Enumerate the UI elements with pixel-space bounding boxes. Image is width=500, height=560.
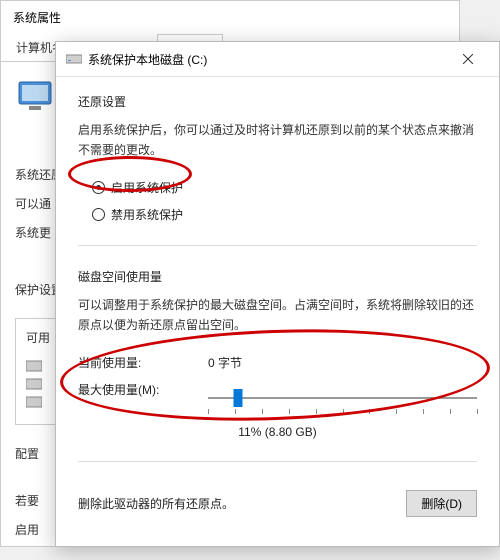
delete-button[interactable]: 删除(D)	[406, 490, 477, 517]
current-usage-value: 0 字节	[208, 354, 242, 371]
delete-desc: 删除此驱动器的所有还原点。	[78, 495, 234, 512]
back-window-title: 系统属性	[1, 1, 459, 34]
restore-settings-label: 还原设置	[78, 93, 477, 110]
radio-disable[interactable]	[92, 208, 105, 221]
max-usage-slider[interactable]	[208, 389, 477, 415]
max-usage-row: 最大使用量(M):	[78, 381, 477, 415]
slider-value-text: 11% (8.80 GB)	[78, 425, 477, 439]
close-icon	[463, 54, 473, 64]
restore-settings-section: 还原设置 启用系统保护后，你可以通过及时将计算机还原到以前的某个状态点来撤消不需…	[78, 93, 477, 223]
restore-settings-desc: 启用系统保护后，你可以通过及时将计算机还原到以前的某个状态点来撤消不需要的更改。	[78, 120, 477, 161]
section-divider	[78, 245, 477, 246]
max-usage-label: 最大使用量(M):	[78, 381, 168, 398]
disk-usage-section: 磁盘空间使用量 可以调整用于系统保护的最大磁盘空间。占满空间时，系统将删除较旧的…	[78, 268, 477, 439]
radio-enable[interactable]	[92, 181, 105, 194]
disk-usage-desc: 可以调整用于系统保护的最大磁盘空间。占满空间时，系统将删除较旧的还原点以便为新还…	[78, 295, 477, 336]
disk-usage-label: 磁盘空间使用量	[78, 268, 477, 285]
dialog-title: 系统保护本地磁盘 (C:)	[88, 51, 207, 68]
monitor-icon	[15, 76, 55, 116]
section-divider-2	[78, 461, 477, 462]
slider-thumb[interactable]	[233, 389, 242, 407]
dialog-body: 还原设置 启用系统保护后，你可以通过及时将计算机还原到以前的某个状态点来撤消不需…	[56, 77, 499, 531]
radio-enable-label: 启用系统保护	[111, 179, 183, 196]
system-protection-dialog: 系统保护本地磁盘 (C:) 还原设置 启用系统保护后，你可以通过及时将计算机还原…	[55, 41, 500, 547]
slider-ticks	[208, 409, 477, 415]
radio-disable-label: 禁用系统保护	[111, 206, 183, 223]
drive-icon	[66, 53, 82, 65]
delete-row: 删除此驱动器的所有还原点。 删除(D)	[78, 490, 477, 517]
close-button[interactable]	[447, 48, 489, 70]
current-usage-row: 当前使用量: 0 字节	[78, 354, 477, 371]
slider-track-line	[208, 397, 477, 399]
current-usage-label: 当前使用量:	[78, 354, 168, 371]
dialog-titlebar: 系统保护本地磁盘 (C:)	[56, 42, 499, 77]
radio-enable-row[interactable]: 启用系统保护	[92, 179, 477, 196]
radio-disable-row[interactable]: 禁用系统保护	[92, 206, 477, 223]
